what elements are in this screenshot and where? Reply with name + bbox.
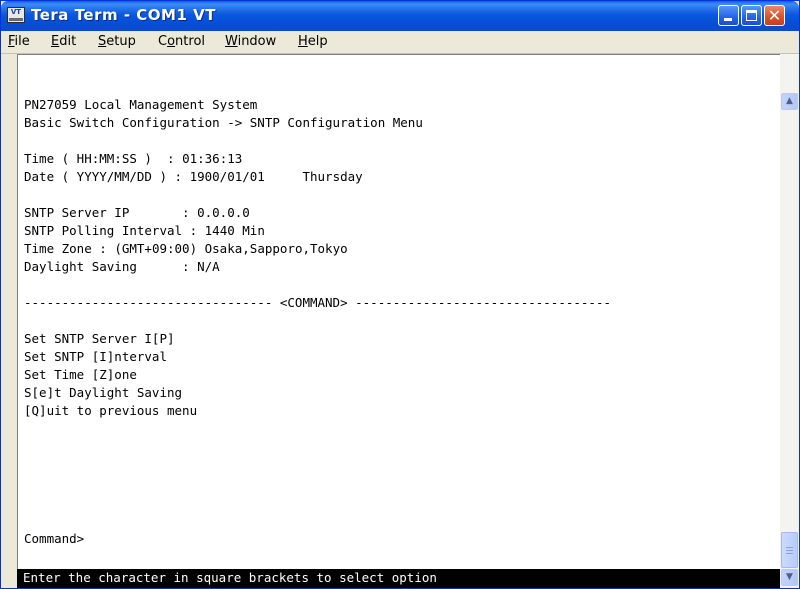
app-icon-label: VT [10, 8, 22, 16]
menu-control-prefix: C [158, 34, 168, 49]
time-zone-row: Time Zone : (GMT+09:00) Osaka,Sapporo,To… [24, 241, 348, 256]
grip-line-icon [786, 547, 793, 548]
menu-window-label: indow [237, 34, 277, 49]
status-line: Enter the character in square brackets t… [17, 569, 780, 588]
polling-interval-row: SNTP Polling Interval : 1440 Min [24, 223, 265, 238]
polling-interval-label: SNTP Polling Interval [24, 223, 190, 238]
menu-control[interactable]: Control [158, 34, 205, 49]
minimize-icon [724, 18, 732, 21]
tera-term-app-icon[interactable]: VT [7, 7, 25, 23]
menu-window[interactable]: Window [225, 34, 276, 49]
scroll-up-button[interactable]: ▲ [781, 93, 798, 110]
close-icon: ✕ [767, 6, 782, 25]
title-bar[interactable]: VT Tera Term - COM1 VT ✕ [1, 1, 799, 31]
menu-edit-label: dit [59, 34, 77, 49]
chevron-down-icon: ▼ [786, 572, 793, 582]
grip-line-icon [786, 553, 793, 554]
status-message: Enter the character in square brackets t… [23, 570, 437, 585]
close-button[interactable]: ✕ [764, 5, 785, 26]
menu-bar: File Edit Setup Control Window Help [1, 31, 799, 54]
menu-edit[interactable]: Edit [51, 34, 76, 49]
menu-help[interactable]: Help [298, 34, 328, 49]
menu-control-label: ntrol [175, 34, 206, 49]
menu-help-label: elp [307, 34, 328, 49]
maximize-button[interactable] [741, 5, 762, 26]
menu-breadcrumb: Basic Switch Configuration -> SNTP Confi… [24, 115, 423, 130]
chevron-up-icon: ▲ [786, 96, 793, 106]
sntp-server-ip-label: SNTP Server IP [24, 205, 183, 220]
menu-control-mnemonic: o [167, 34, 176, 49]
command-prompt[interactable]: Command> [24, 531, 84, 547]
command-divider: --------------------------------- <COMMA… [24, 295, 611, 310]
time-label: Time ( HH:MM:SS ) [24, 151, 167, 166]
menu-setup[interactable]: Setup [98, 34, 136, 49]
daylight-saving-label: Daylight Saving [24, 259, 183, 274]
weekday-value: Thursday [302, 169, 363, 184]
grip-line-icon [786, 550, 793, 551]
daylight-saving-value: N/A [197, 259, 220, 274]
window-title: Tera Term - COM1 VT [31, 6, 216, 24]
time-row: Time ( HH:MM:SS ) : 01:36:13 [24, 151, 243, 166]
menu-file-label: ile [14, 34, 30, 49]
time-value: 01:36:13 [182, 151, 243, 166]
time-zone-label: Time Zone [24, 241, 100, 256]
tera-term-window: VT Tera Term - COM1 VT ✕ File Edit Setup… [0, 0, 800, 589]
menu-edit-mnemonic: E [51, 34, 60, 49]
sntp-server-ip-row: SNTP Server IP : 0.0.0.0 [24, 205, 250, 220]
menu-window-mnemonic: W [225, 34, 238, 49]
menu-help-mnemonic: H [298, 34, 308, 49]
command-quit: [Q]uit to previous menu [24, 403, 198, 418]
menu-file[interactable]: File [8, 34, 30, 49]
scroll-down-button[interactable]: ▼ [781, 569, 798, 586]
maximize-icon [746, 10, 757, 21]
date-row: Date ( YYYY/MM/DD ) : 1900/01/01 Thursda… [24, 169, 363, 184]
daylight-saving-row: Daylight Saving : N/A [24, 259, 220, 274]
command-set-sntp-interval: Set SNTP [I]nterval [24, 349, 167, 364]
command-set-time-zone: Set Time [Z]one [24, 367, 137, 382]
scroll-thumb[interactable] [781, 532, 798, 568]
menu-setup-label: etup [106, 34, 136, 49]
minimize-button[interactable] [718, 5, 739, 26]
time-zone-value: (GMT+09:00) Osaka,Sapporo,Tokyo [114, 241, 348, 256]
date-value: 1900/01/01 [189, 169, 265, 184]
date-label: Date ( YYYY/MM/DD ) [24, 169, 175, 184]
terminal-screen[interactable]: PN27059 Local Management System Basic Sw… [17, 54, 780, 588]
vertical-scrollbar[interactable]: ▲ ▼ [780, 54, 799, 588]
system-title: PN27059 Local Management System [24, 97, 258, 112]
command-set-sntp-server-ip: Set SNTP Server I[P] [24, 331, 175, 346]
polling-interval-value: 1440 Min [204, 223, 265, 238]
command-set-daylight-saving: S[e]t Daylight Saving [24, 385, 183, 400]
sntp-server-ip-value: 0.0.0.0 [197, 205, 250, 220]
